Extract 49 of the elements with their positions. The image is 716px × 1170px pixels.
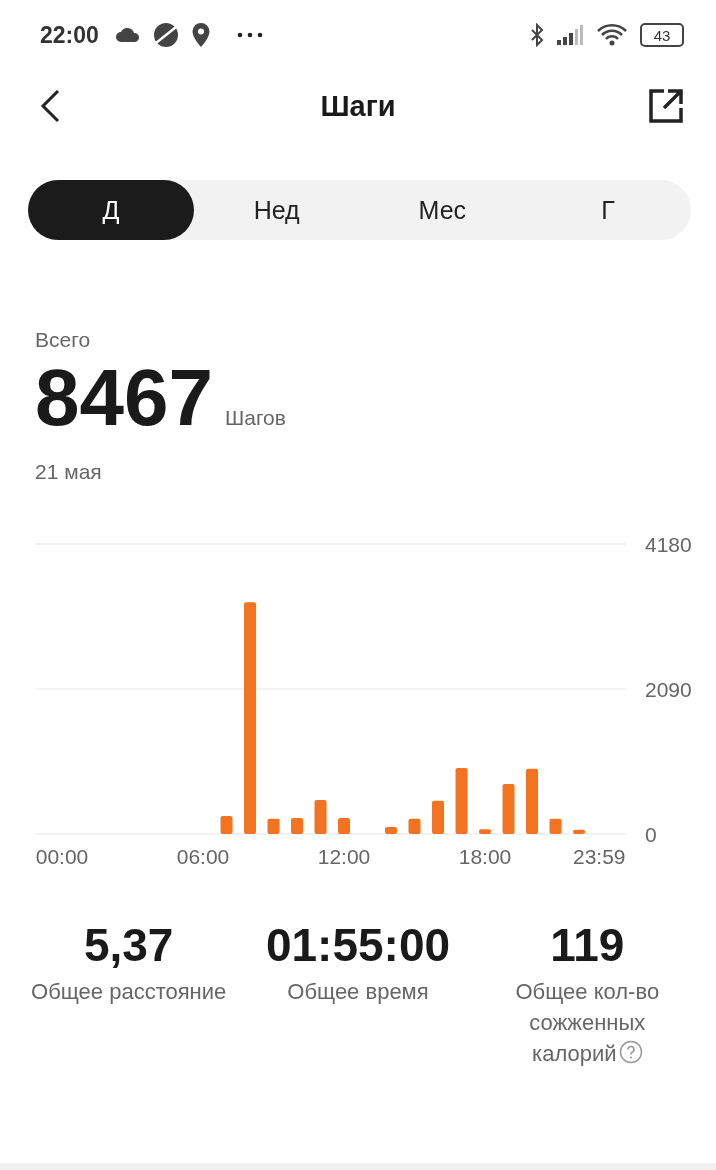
total-label: Всего: [35, 328, 92, 352]
bar: [455, 768, 468, 834]
bar: [573, 829, 585, 834]
bar: [432, 800, 444, 834]
stat-value: 119: [550, 918, 625, 972]
step-count: 8467: [35, 358, 213, 438]
bar: [314, 800, 327, 834]
y-axis-label: 0: [645, 823, 657, 846]
share-icon[interactable]: [648, 88, 684, 124]
x-axis-label: 06:00: [176, 845, 230, 864]
bar: [220, 815, 233, 834]
bar: [502, 784, 515, 834]
bar: [479, 829, 491, 834]
x-axis-label: 12:00: [317, 845, 371, 864]
unit-label: Шагов: [224, 406, 286, 430]
stat-label: Общее кол-во сожженных калорий: [514, 978, 661, 1068]
x-axis-label: 23:59: [572, 845, 626, 864]
bar: [338, 818, 350, 834]
back-icon[interactable]: [40, 89, 60, 123]
bar: [291, 818, 303, 834]
stat-label: Общее время: [287, 978, 429, 1006]
period-tab[interactable]: Мес: [359, 180, 526, 240]
x-axis-label: 00:00: [35, 845, 89, 864]
stat-label: Общее расстояние: [31, 978, 227, 1006]
bar: [385, 827, 397, 834]
period-tab[interactable]: Нед: [193, 180, 360, 240]
signal-icon: [556, 25, 584, 45]
location-pin-icon: [190, 22, 211, 48]
planet-icon: [152, 22, 179, 48]
cloud-icon: [114, 27, 141, 43]
help-icon[interactable]: [618, 1040, 643, 1064]
battery-indicator: 43: [640, 23, 684, 47]
bar: [267, 818, 280, 834]
clock-time: 22:00: [40, 21, 99, 49]
bluetooth-icon: [530, 23, 544, 47]
stat-value: 5,37: [83, 918, 174, 972]
bar: [526, 768, 538, 834]
date-label: 21 мая: [35, 460, 103, 484]
bar: [408, 818, 421, 834]
more-icon: [236, 32, 263, 38]
y-axis-label: 2090: [645, 678, 692, 701]
stat-value: 01:55:00: [265, 918, 451, 972]
wifi-icon: [596, 23, 628, 47]
page-title: Шаги: [320, 89, 396, 123]
period-tab[interactable]: Г: [525, 180, 691, 240]
x-axis-label: 18:00: [458, 845, 512, 864]
period-tab[interactable]: Д: [28, 180, 194, 240]
bar: [549, 818, 562, 834]
y-axis-label: 4180: [645, 533, 692, 556]
